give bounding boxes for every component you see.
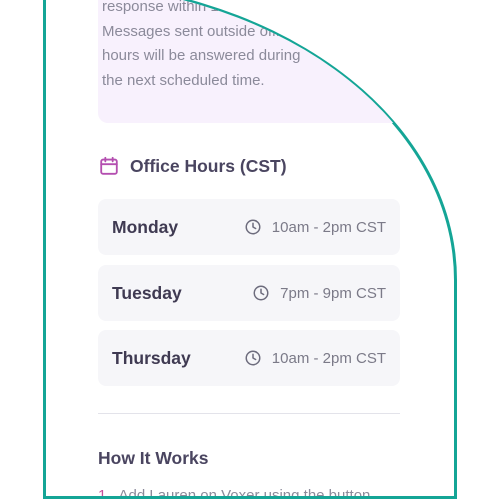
day-name: Thursday [112, 347, 191, 368]
day-card-thursday: Thursday 10am - 2pm CST [98, 330, 400, 386]
calendar-icon [100, 156, 118, 175]
day-time: 7pm - 9pm CST [252, 284, 386, 302]
clock-icon [245, 219, 261, 235]
day-card-monday: Monday 10am - 2pm CST [98, 199, 400, 255]
time-text: 10am - 2pm CST [271, 218, 386, 236]
step-item: 1. Add Lauren on Voxer using the button [98, 487, 371, 499]
info-line: hours will be answered during [102, 47, 301, 64]
info-text: response within 15 m Messages sent outsi… [102, 0, 362, 93]
office-hours-header: Office Hours (CST) [98, 155, 287, 177]
day-time: 10am - 2pm CST [244, 218, 386, 236]
day-name: Monday [112, 216, 179, 237]
step-number: 1. [98, 487, 111, 499]
time-text: 10am - 2pm CST [271, 349, 386, 367]
step-text: Add Lauren on Voxer using the button [118, 487, 371, 499]
section-divider [98, 413, 400, 414]
clock-icon [253, 285, 269, 301]
content-area: response within 15 m Messages sent outsi… [46, 0, 454, 496]
day-time: 10am - 2pm CST [244, 349, 386, 367]
how-it-works-title: How It Works [98, 448, 209, 468]
office-hours-title: Office Hours (CST) [130, 155, 287, 176]
info-line: response within 15 m [102, 0, 244, 15]
info-line: the next scheduled time. [102, 71, 265, 89]
day-name: Tuesday [112, 282, 182, 303]
clock-icon [245, 350, 261, 366]
day-card-tuesday: Tuesday 7pm - 9pm CST [98, 265, 400, 321]
info-line: Messages sent outside offi [102, 22, 280, 40]
clipped-frame: response within 15 m Messages sent outsi… [43, 0, 457, 499]
time-text: 7pm - 9pm CST [280, 284, 386, 302]
